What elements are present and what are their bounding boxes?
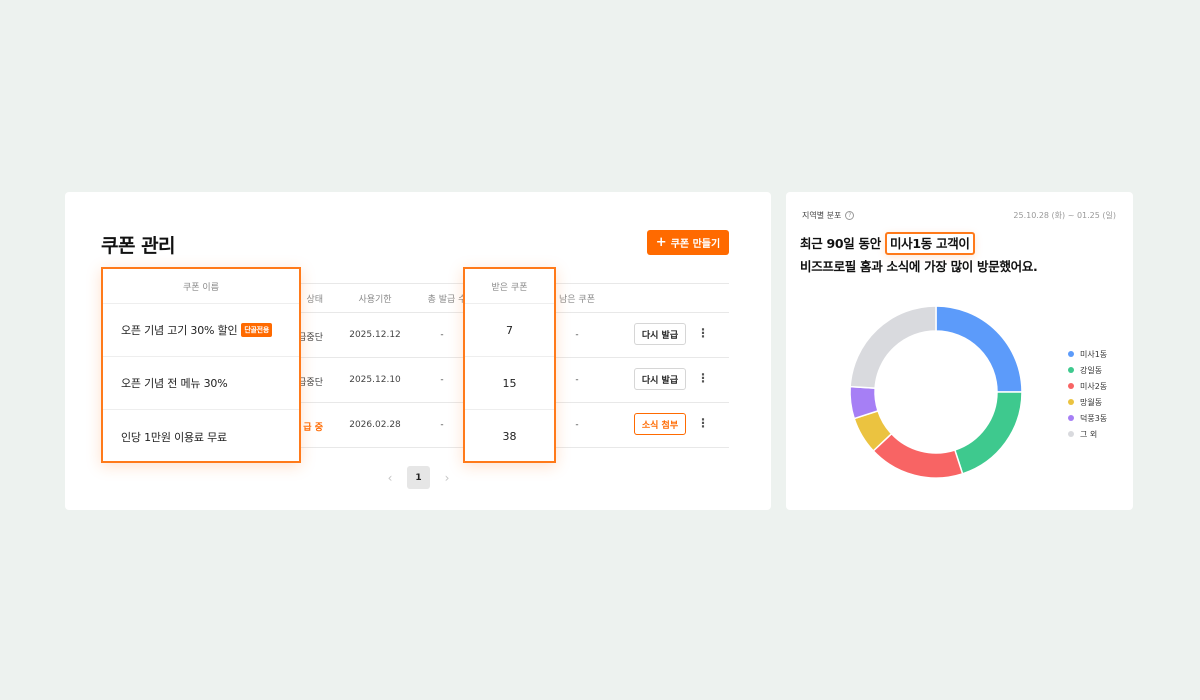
date-range: 25.10.28 (화) ~ 01.25 (일) [1013,211,1116,220]
legend-dot [1068,367,1074,373]
chevron-right-icon[interactable]: › [440,471,454,485]
legend-label: 덕풍3동 [1080,413,1108,423]
legend-label: 그 외 [1080,429,1098,439]
received-count: 7 [465,304,554,357]
donut-slice-2 [953,391,1023,475]
row-remaining: - [575,420,579,430]
legend-dot [1068,415,1074,421]
headline-prefix: 최근 90일 동안 [800,236,885,251]
region-distribution-card: 지역별 분포 ? 25.10.28 (화) ~ 01.25 (일) 최근 90일… [786,192,1133,510]
coupon-name-cell[interactable]: 오픈 기념 고기 30% 할인 단골전용 [103,304,299,357]
regulars-only-badge: 단골전용 [241,323,272,337]
donut-slice-3 [872,432,964,479]
row-remaining: - [575,330,579,340]
reissue-button[interactable]: 다시 발급 [634,323,686,345]
headline-highlight: 미사1동 고객이 [884,232,975,255]
coupon-name-column-highlight: 쿠폰 이름 오픈 기념 고기 30% 할인 단골전용 오픈 기념 전 메뉴 30… [101,267,301,463]
coupon-name: 오픈 기념 고기 30% 할인 [121,324,238,337]
chart-legend: 미사1동강일동미사2동망월동덕풍3동그 외 [1068,346,1107,442]
chevron-left-icon[interactable]: ‹ [383,471,397,485]
region-donut-chart [849,305,1023,479]
donut-slice-1 [935,305,1023,393]
legend-item: 덕풍3동 [1068,410,1107,426]
legend-item: 강일동 [1068,362,1107,378]
more-options-icon[interactable]: ⋮ [697,416,709,430]
region-card-label: 지역별 분포 ? [802,210,855,221]
legend-dot [1068,399,1074,405]
row-total-issued: - [440,330,444,340]
legend-dot [1068,351,1074,357]
more-options-icon[interactable]: ⋮ [697,326,709,340]
more-options-icon[interactable]: ⋮ [697,371,709,385]
legend-label: 강일동 [1080,365,1103,375]
row-expiry: 2025.12.12 [349,330,401,340]
legend-label: 미사1동 [1080,349,1108,359]
row-remaining: - [575,375,579,385]
row-total-issued: - [440,375,444,385]
page-number[interactable]: 1 [407,466,430,489]
info-icon[interactable]: ? [845,211,855,220]
column-header-expiry: 사용기한 [358,295,392,305]
legend-item: 그 외 [1068,426,1107,442]
column-header-name: 쿠폰 이름 [103,269,299,304]
row-expiry: 2025.12.10 [349,375,401,385]
coupon-management-card: 쿠폰 관리 + 쿠폰 만들기 상태 사용기한 총 발급 수 남은 쿠폰 급중단 … [65,192,771,510]
received-coupons-column-highlight: 받은 쿠폰 7 15 38 [463,267,556,463]
create-coupon-button[interactable]: + 쿠폰 만들기 [647,230,729,255]
pagination: ‹ 1 › [383,466,454,489]
row-total-issued: - [440,420,444,430]
legend-dot [1068,431,1074,437]
region-label-text: 지역별 분포 [802,211,842,220]
legend-label: 망월동 [1080,397,1103,407]
coupon-name-cell[interactable]: 인당 1만원 이용료 무료 [103,410,299,463]
row-expiry: 2026.02.28 [349,420,401,430]
coupon-name: 인당 1만원 이용료 무료 [121,430,227,444]
coupon-name-cell[interactable]: 오픈 기념 전 메뉴 30% [103,357,299,410]
headline-line2: 비즈프로필 홈과 소식에 가장 많이 방문했어요. [800,259,1038,274]
coupon-name: 오픈 기념 전 메뉴 30% [121,377,228,390]
create-coupon-label: 쿠폰 만들기 [670,239,721,250]
legend-item: 미사1동 [1068,346,1107,362]
legend-item: 미사2동 [1068,378,1107,394]
reissue-button[interactable]: 다시 발급 [634,368,686,390]
plus-icon: + [655,235,667,250]
received-count: 15 [465,357,554,410]
legend-dot [1068,383,1074,389]
legend-label: 미사2동 [1080,381,1108,391]
page-title: 쿠폰 관리 [101,235,176,257]
column-header-remaining: 남은 쿠폰 [559,295,595,305]
region-headline: 최근 90일 동안 미사1동 고객이 비즈프로필 홈과 소식에 가장 많이 방문… [800,232,1038,278]
donut-slice-6 [849,305,937,389]
attach-to-post-button[interactable]: 소식 첨부 [634,413,686,435]
column-header-received: 받은 쿠폰 [465,269,554,304]
legend-item: 망월동 [1068,394,1107,410]
received-count: 38 [502,430,517,443]
